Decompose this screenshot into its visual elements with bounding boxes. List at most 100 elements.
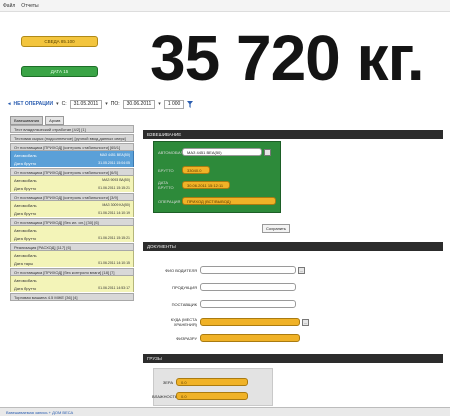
document-field-input[interactable] [200,318,300,326]
list-item-value: 01.06.2011 15:15:21 [98,186,130,190]
weight-display: 35 720 кг. [150,22,425,94]
group-header[interactable]: Реализация [РАСХОД] [117] [6] [10,243,134,251]
filter-icon[interactable] [187,100,194,108]
operation-label: ОПЕРАЦИЯ [158,198,181,204]
document-field-row: ПРОДУКЦИЯ [150,283,296,291]
document-field-label: ПОСТАВЩИК [171,301,197,307]
goods-row: ЗЕРА 0.0 [152,378,248,386]
group-header[interactable]: От поставщика [ПРИХОД] [контроль стабиль… [10,193,134,201]
gross-date-field[interactable]: 30.06.2011 15:12:11 [182,181,230,189]
auto-field[interactable]: МАЗ 4451 ВЕА(50) [182,148,262,156]
list-item-label: Дата брутто [14,235,37,241]
group-header[interactable]: От поставщика [ПРИХОД] [без контроля вла… [10,268,134,276]
goods-row: ВЛАЖНОСТЬ 0.0 [152,392,248,400]
list-item-value: 01.06.2011 14:10:15 [98,261,130,265]
group-header[interactable]: От поставщика [ПРИХОД] [контроль стабиль… [10,143,134,151]
group-header[interactable]: Торговая машина 4.5 МЖЕ [36] [4] [10,293,134,301]
filter-bar: ◂ НЕТ ОПЕРАЦИИ ▾ С: 31.05.2011 ▾ ПО: 30.… [8,98,448,110]
group-header[interactable]: От поставщика [ПРИХОД] [контроль стабиль… [10,168,134,176]
goods-label: ВЛАЖНОСТЬ [152,393,178,399]
no-operations-label[interactable]: НЕТ ОПЕРАЦИИ [14,101,54,107]
list-item-label: Автомобиль [14,277,37,283]
document-field-row: ФИО ВОДИТЕЛЯ … [150,266,305,274]
goods-value[interactable]: 0.0 [176,392,248,400]
list-item-label: Дата брутто [14,160,37,166]
from-date-input[interactable]: 31.05.2011 [69,99,103,109]
weighing-section-header: ВЗВЕШИВАНИЕ [143,130,443,139]
document-field-label: ФИО ВОДИТЕЛЯ [165,267,197,273]
list-item[interactable]: Автомобиль МАЗ 3009 КА(50) [10,201,134,209]
list-item-value: МАЗ 4451 ВЕА(50) [99,153,130,157]
goods-label: ЗЕРА [162,379,173,385]
list-item-value: 31.05.2011 15:04:05 [98,161,130,165]
lookup-button[interactable]: … [298,266,305,274]
list-item[interactable]: Автомобиль [10,251,134,259]
menu-reports[interactable]: Отчеты [21,3,38,9]
document-field-row: КУДА (МЕСТА ХРАНЕНИЯ) … [150,317,309,327]
documents-section-header: ДОКУМЕНТЫ [143,242,443,251]
document-field-row: ПОСТАВЩИК [150,300,296,308]
list-item-label: Дата брутто [14,210,37,216]
auto-label: АВТОМОБИЛЬ [158,149,186,155]
list-item[interactable]: Дата брутто 01.06.2011 14:53:17 [10,284,134,292]
list-item-label: Дата брутто [14,285,37,291]
gross-date-label: ДАТА БРУТТО [158,180,174,190]
group-header[interactable]: Тест владельческий отработан [4/2] [1] [10,125,134,133]
weighing-box: АВТОМОБИЛЬ МАЗ 4451 ВЕА(50) … БРУТТО 330… [153,141,281,213]
yellow-status-button[interactable]: СВЕДА 85.100 [21,36,98,47]
plus-icon[interactable]: ◂ [8,101,11,107]
list-item[interactable]: Дата брутто 31.05.2011 15:04:05 [10,159,134,167]
list-item-label: Автомобиль [14,202,37,208]
goods-section-header: ГРУЗЫ [143,354,443,363]
goods-value[interactable]: 0.0 [176,378,248,386]
save-button[interactable]: Сохранить [262,224,290,233]
list-item[interactable]: Автомобиль МАЗ 9093 ВА(50) [10,176,134,184]
list-item-label: Автомобиль [14,252,37,258]
lookup-button[interactable]: … [302,318,309,326]
list-item-label: Дата тары [14,260,34,266]
from-date-dropdown-icon[interactable]: ▾ [105,101,108,107]
list-item[interactable]: Автомобиль МАЗ 4451 ВЕА(50) [10,151,134,159]
gross-field[interactable]: 33040.0 [182,166,210,174]
to-date-input[interactable]: 30.06.2011 [122,99,156,109]
list-item[interactable]: Автомобиль [10,276,134,284]
list-item-value: МАЗ 9093 ВА(50) [102,178,130,182]
operation-field[interactable]: ПРИХОД (ВСТ/ВЫВОД) [182,197,276,205]
gross-label: БРУТТО [158,167,174,173]
list-item-value: 01.06.2011 15:15:21 [98,236,130,240]
list-item-value: МАЗ 3009 КА(50) [102,203,130,207]
menu-file[interactable]: Файл [3,3,15,9]
list-item-label: Автомобиль [14,177,37,183]
menu-bar: Файл Отчеты [0,0,450,12]
document-field-label: ФИЗРАЗРУ [176,335,197,341]
status-bar: Взвешиваемая запись + ДОМ ВЕСА [0,407,450,416]
document-field-input[interactable] [200,334,300,342]
auto-lookup-button[interactable]: … [264,148,271,156]
list-item[interactable]: Дата тары 01.06.2011 14:10:15 [10,259,134,267]
list-item[interactable]: Автомобиль [10,226,134,234]
list-item-value: 01.06.2011 14:53:17 [98,286,130,290]
green-status-button[interactable]: ДАТА 15 [21,66,98,77]
chevron-down-icon[interactable]: ▾ [56,101,59,107]
list-item[interactable]: Дата брутто 01.06.2011 15:15:21 [10,234,134,242]
limit-input[interactable]: 1 000 [163,99,185,109]
list-item-value: 01.06.2011 14:10:19 [98,211,130,215]
document-field-input[interactable] [200,283,296,291]
goods-box [153,368,273,406]
list-item[interactable]: Дата брутто 01.06.2011 14:10:19 [10,209,134,217]
from-label: С: [61,101,67,107]
list-item-label: Дата брутто [14,185,37,191]
document-field-label: КУДА (МЕСТА ХРАНЕНИЯ) [170,317,197,327]
group-header[interactable]: От поставщика [ПРИХОД] [без ил. ил.] [30… [10,218,134,226]
list-item[interactable]: Дата брутто 01.06.2011 15:15:21 [10,184,134,192]
list-item-label: Автомобиль [14,227,37,233]
to-date-dropdown-icon[interactable]: ▾ [158,101,161,107]
document-field-input[interactable] [200,300,296,308]
document-field-row: ФИЗРАЗРУ [150,334,300,342]
document-field-label: ПРОДУКЦИЯ [172,284,197,290]
document-field-input[interactable] [200,266,296,274]
list-item-label: Автомобиль [14,152,37,158]
to-label: ПО: [110,101,120,107]
group-header[interactable]: Тестовая сырья (подсолнечное) [ручной вв… [10,134,134,142]
operations-list: Тест владельческий отработан [4/2] [1] Те… [10,124,138,406]
